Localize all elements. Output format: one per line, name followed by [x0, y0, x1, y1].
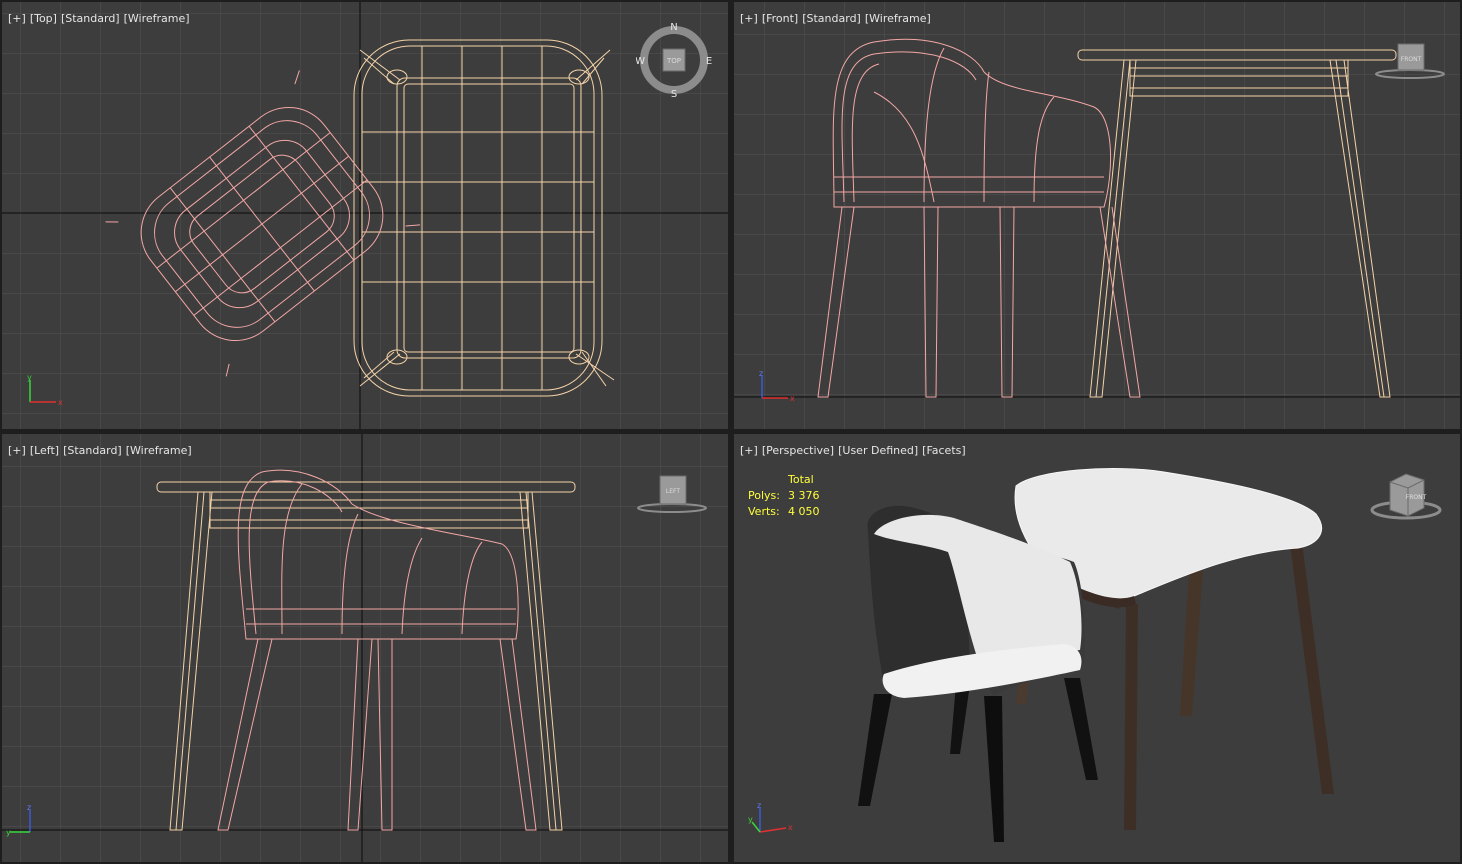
- viewcube-front-icon[interactable]: FRONT: [1374, 40, 1454, 84]
- scene-statistics: Total Polys: 3 376 Verts: 4 050: [748, 472, 820, 520]
- viewcube-left-icon[interactable]: LEFT: [634, 472, 714, 516]
- viewcube-label: FRONT: [1401, 56, 1422, 63]
- viewcube-perspective-icon[interactable]: FRONT: [1366, 468, 1446, 524]
- stats-header: Total: [788, 473, 814, 486]
- viewcube-label: TOP: [666, 57, 681, 65]
- axis-y-label: y: [6, 828, 11, 837]
- viewport-display-menu[interactable]: [Wireframe]: [124, 12, 190, 25]
- compass-north: N: [670, 22, 677, 33]
- axis-x-label: x: [788, 823, 793, 832]
- axis-z-label: z: [759, 369, 763, 378]
- viewport-top-label[interactable]: [+] [Top] [Standard] [Wireframe]: [8, 12, 194, 25]
- viewport-front-label[interactable]: [+] [Front] [Standard] [Wireframe]: [740, 12, 935, 25]
- viewport-plus-menu[interactable]: [+]: [8, 444, 26, 457]
- viewport-display-menu[interactable]: [Facets]: [922, 444, 966, 457]
- viewport-view-menu[interactable]: [Left]: [30, 444, 59, 457]
- viewport-view-menu[interactable]: [Front]: [762, 12, 798, 25]
- viewport-display-menu[interactable]: [Wireframe]: [126, 444, 192, 457]
- viewport-left-label[interactable]: [+] [Left] [Standard] [Wireframe]: [8, 444, 196, 457]
- verts-count: 4 050: [788, 505, 820, 518]
- viewport-plus-menu[interactable]: [+]: [740, 12, 758, 25]
- axis-tripod-icon: z x y: [748, 801, 793, 833]
- viewport-plus-menu[interactable]: [+]: [8, 12, 26, 25]
- viewport-perspective-label[interactable]: [+] [Perspective] [User Defined] [Facets]: [740, 444, 970, 457]
- viewport-top[interactable]: [+] [Top] [Standard] [Wireframe] TOP N S E …: [2, 2, 728, 429]
- axis-tripod-icon: z y: [6, 803, 31, 837]
- axis-x-label: x: [790, 394, 795, 403]
- viewport-shading-menu[interactable]: [User Defined]: [838, 444, 918, 457]
- verts-label: Verts:: [748, 505, 780, 518]
- perspective-scene: [734, 434, 1460, 862]
- viewport-view-menu[interactable]: [Perspective]: [762, 444, 834, 457]
- viewport-left[interactable]: [+] [Left] [Standard] [Wireframe] LEFT z y: [2, 434, 728, 862]
- viewport-front[interactable]: [+] [Front] [Standard] [Wireframe] FRONT z …: [734, 2, 1460, 429]
- axis-x-label: x: [58, 398, 63, 407]
- polys-count: 3 376: [788, 489, 820, 502]
- left-scene: [2, 434, 728, 862]
- compass-west: W: [636, 56, 645, 67]
- viewcube-label: FRONT: [1406, 494, 1427, 501]
- axis-tripod-icon: z x: [759, 369, 795, 403]
- viewcompass-top[interactable]: TOP N S E W: [636, 22, 716, 102]
- viewport-shading-menu[interactable]: [Standard]: [802, 12, 861, 25]
- compass-south: S: [671, 89, 677, 100]
- compass-east: E: [706, 56, 712, 67]
- viewport-display-menu[interactable]: [Wireframe]: [865, 12, 931, 25]
- top-scene: [2, 2, 728, 429]
- axis-z-label: z: [757, 801, 761, 810]
- polys-label: Polys:: [748, 489, 780, 502]
- front-scene: [734, 2, 1460, 429]
- viewport-shading-menu[interactable]: [Standard]: [61, 12, 120, 25]
- axis-y-label: y: [27, 373, 32, 382]
- axis-z-label: z: [27, 803, 31, 812]
- viewport-perspective[interactable]: [+] [Perspective] [User Defined] [Facets] T…: [734, 434, 1460, 862]
- viewport-plus-menu[interactable]: [+]: [740, 444, 758, 457]
- axis-tripod-icon: y x: [27, 373, 63, 407]
- axis-y-label: y: [748, 815, 753, 824]
- viewport-shading-menu[interactable]: [Standard]: [63, 444, 122, 457]
- viewcube-label: LEFT: [666, 488, 680, 495]
- viewport-view-menu[interactable]: [Top]: [30, 12, 57, 25]
